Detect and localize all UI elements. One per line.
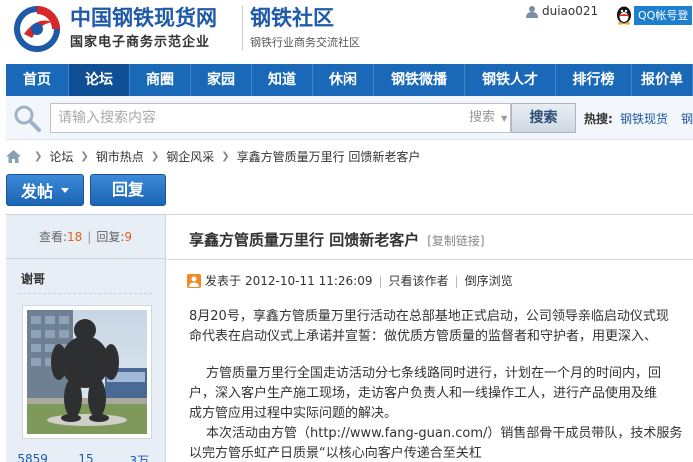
chevron-down-icon (61, 187, 69, 193)
post-paragraph: 8月20号，享鑫方管质量万里行活动在总部基地正式启动，公司领导亲临启动仪式现 (189, 309, 669, 324)
views-label: 查看: (38, 230, 68, 244)
author-stat[interactable]: 5859 (6, 452, 59, 462)
new-post-button[interactable]: 发帖 (6, 174, 84, 206)
thread-container: 查看: 18 | 回复: 9 谢哥 5859 15 3万 享鑫方管质量万里行 回… (6, 214, 693, 462)
nav-item[interactable]: 钢铁微播 (374, 64, 465, 96)
author-only-link[interactable]: 只看该作者 (389, 272, 449, 289)
title-divider (167, 259, 693, 260)
hot-search-link[interactable]: 钢 (681, 110, 693, 127)
search-input[interactable]: 请输入搜索内容 (50, 103, 464, 133)
username[interactable]: duiao021 (542, 4, 598, 18)
author-name[interactable]: 谢哥 (21, 270, 45, 287)
breadcrumb-item[interactable]: 钢市热点 (96, 148, 144, 165)
search-icon (14, 105, 41, 132)
post-paragraph: 以完方管乐虹产日质景“以核心向客户传递合至关杠 (189, 446, 482, 461)
qq-login-button[interactable]: QQ帐号登 (614, 4, 693, 26)
community-subtitle: 钢铁行业商务交流社区 (250, 36, 360, 49)
breadcrumb-item[interactable]: 钢企风采 (166, 148, 214, 165)
breadcrumb: ❯ 论坛 ❯ 钢市热点 ❯ 钢企风采 ❯ 享鑫方管质量万里行 回馈新老客户 (6, 146, 420, 166)
nav-item[interactable]: 知道 (252, 64, 313, 96)
nav-item[interactable]: 家园 (191, 64, 252, 96)
thread-title: 享鑫方管质量万里行 回馈新老客户 (189, 231, 420, 249)
nav-item[interactable]: 论坛 (69, 64, 130, 96)
nav-item[interactable]: 首页 (6, 64, 69, 96)
site-logo-icon[interactable] (12, 4, 62, 54)
stats-separator: | (87, 229, 92, 244)
home-icon[interactable] (6, 149, 21, 163)
user-icon (526, 5, 538, 18)
breadcrumb-current[interactable]: 享鑫方管质量万里行 回馈新老客户 (237, 148, 421, 165)
logo-divider (242, 6, 243, 50)
logo-title[interactable]: 中国钢铁现货网 (70, 2, 217, 32)
replies-label: 回复: (96, 230, 125, 244)
post-author-icon (187, 273, 201, 288)
nav-item[interactable]: 报价单 (632, 64, 693, 96)
meta-separator: | (378, 273, 383, 288)
replies-count: 9 (124, 229, 133, 244)
post-paragraph: 方管质量万里行全国走访活动分七条线路同时进行，计划在一个月的时间内，回 (206, 366, 662, 381)
hot-search-label: 热搜: (584, 112, 613, 126)
nav-item[interactable]: 商圈 (130, 64, 191, 96)
user-menu[interactable]: duiao021 (526, 4, 598, 18)
search-bar: 请输入搜索内容 搜索 ▼ 搜索 热搜: 钢铁现货 钢 (6, 96, 693, 140)
author-stat[interactable]: 3万 (113, 452, 166, 462)
post-paragraph: 户，深入客户生产施工现场，走访客户负责人和一线操作工人，进行产品使用及维 (189, 386, 658, 401)
avatar[interactable] (22, 305, 152, 439)
posted-at: 2012-10-11 11:26:09 (245, 273, 373, 288)
reverse-order-link[interactable]: 倒序浏览 (465, 272, 513, 289)
qq-login-label: QQ帐号登 (634, 5, 693, 25)
search-scope-label: 搜索 (469, 110, 496, 125)
new-post-label: 发帖 (20, 182, 53, 201)
chevron-down-icon: ▼ (501, 114, 508, 123)
meta-separator: | (454, 273, 459, 288)
posted-label: 发表于 (205, 274, 242, 288)
hot-search-link[interactable]: 钢铁现货 (620, 110, 668, 127)
breadcrumb-separator: ❯ (221, 150, 230, 162)
site-header: 中国钢铁现货网 国家电子商务示范企业 钢铁社区 钢铁行业商务交流社区 duiao… (0, 0, 693, 62)
post-paragraph: 成方管应用过程中实际问题的解决。 (189, 406, 398, 421)
logo-subtitle: 国家电子商务示范企业 (70, 35, 211, 50)
post-paragraph: 命代表在启动仪式上承诺并宣誓：做优质方管质量的监督者和守护者，用更深入、 (189, 329, 658, 344)
views-count: 18 (67, 229, 83, 244)
breadcrumb-separator: ❯ (34, 150, 43, 162)
breadcrumb-item[interactable]: 论坛 (49, 148, 73, 165)
copy-link[interactable]: [复制链接] (427, 232, 484, 249)
nav-item[interactable]: 钢铁人才 (465, 64, 556, 96)
breadcrumb-separator: ❯ (80, 150, 89, 162)
author-divider (18, 293, 152, 294)
post-body: 8月20号，享鑫方管质量万里行活动在总部基地正式启动，公司领导亲临启动仪式现 命… (189, 307, 693, 462)
author-stats: 5859 15 3万 (6, 452, 166, 462)
post-paragraph: 本次活动由方管（http://www.fang-guan.com/）销售部骨干成… (206, 426, 683, 441)
qq-penguin-icon (617, 6, 631, 25)
nav-item[interactable]: 排行榜 (556, 64, 632, 96)
post-main: 享鑫方管质量万里行 回馈新老客户 [复制链接] 发表于 2012-10-11 1… (167, 215, 693, 462)
nav-item[interactable]: 休闲 (313, 64, 374, 96)
thread-stats: 查看: 18 | 回复: 9 (6, 215, 165, 259)
community-title[interactable]: 钢铁社区 (250, 2, 334, 32)
thread-title-row: 享鑫方管质量万里行 回馈新老客户 [复制链接] (189, 229, 485, 250)
search-scope-select[interactable]: 搜索 ▼ (463, 103, 511, 133)
reply-button[interactable]: 回复 (90, 174, 166, 206)
author-stat[interactable]: 15 (59, 452, 112, 462)
author-sidebar: 查看: 18 | 回复: 9 谢哥 5859 15 3万 (6, 215, 166, 462)
avatar-image (27, 310, 147, 434)
breadcrumb-separator: ❯ (150, 150, 160, 162)
search-button[interactable]: 搜索 (511, 103, 576, 133)
main-nav: 首页 论坛 商圈 家园 知道 休闲 钢铁微播 钢铁人才 排行榜 报价单 (6, 64, 693, 96)
post-meta: 发表于 2012-10-11 11:26:09 | 只看该作者 | 倒序浏览 (187, 272, 513, 289)
